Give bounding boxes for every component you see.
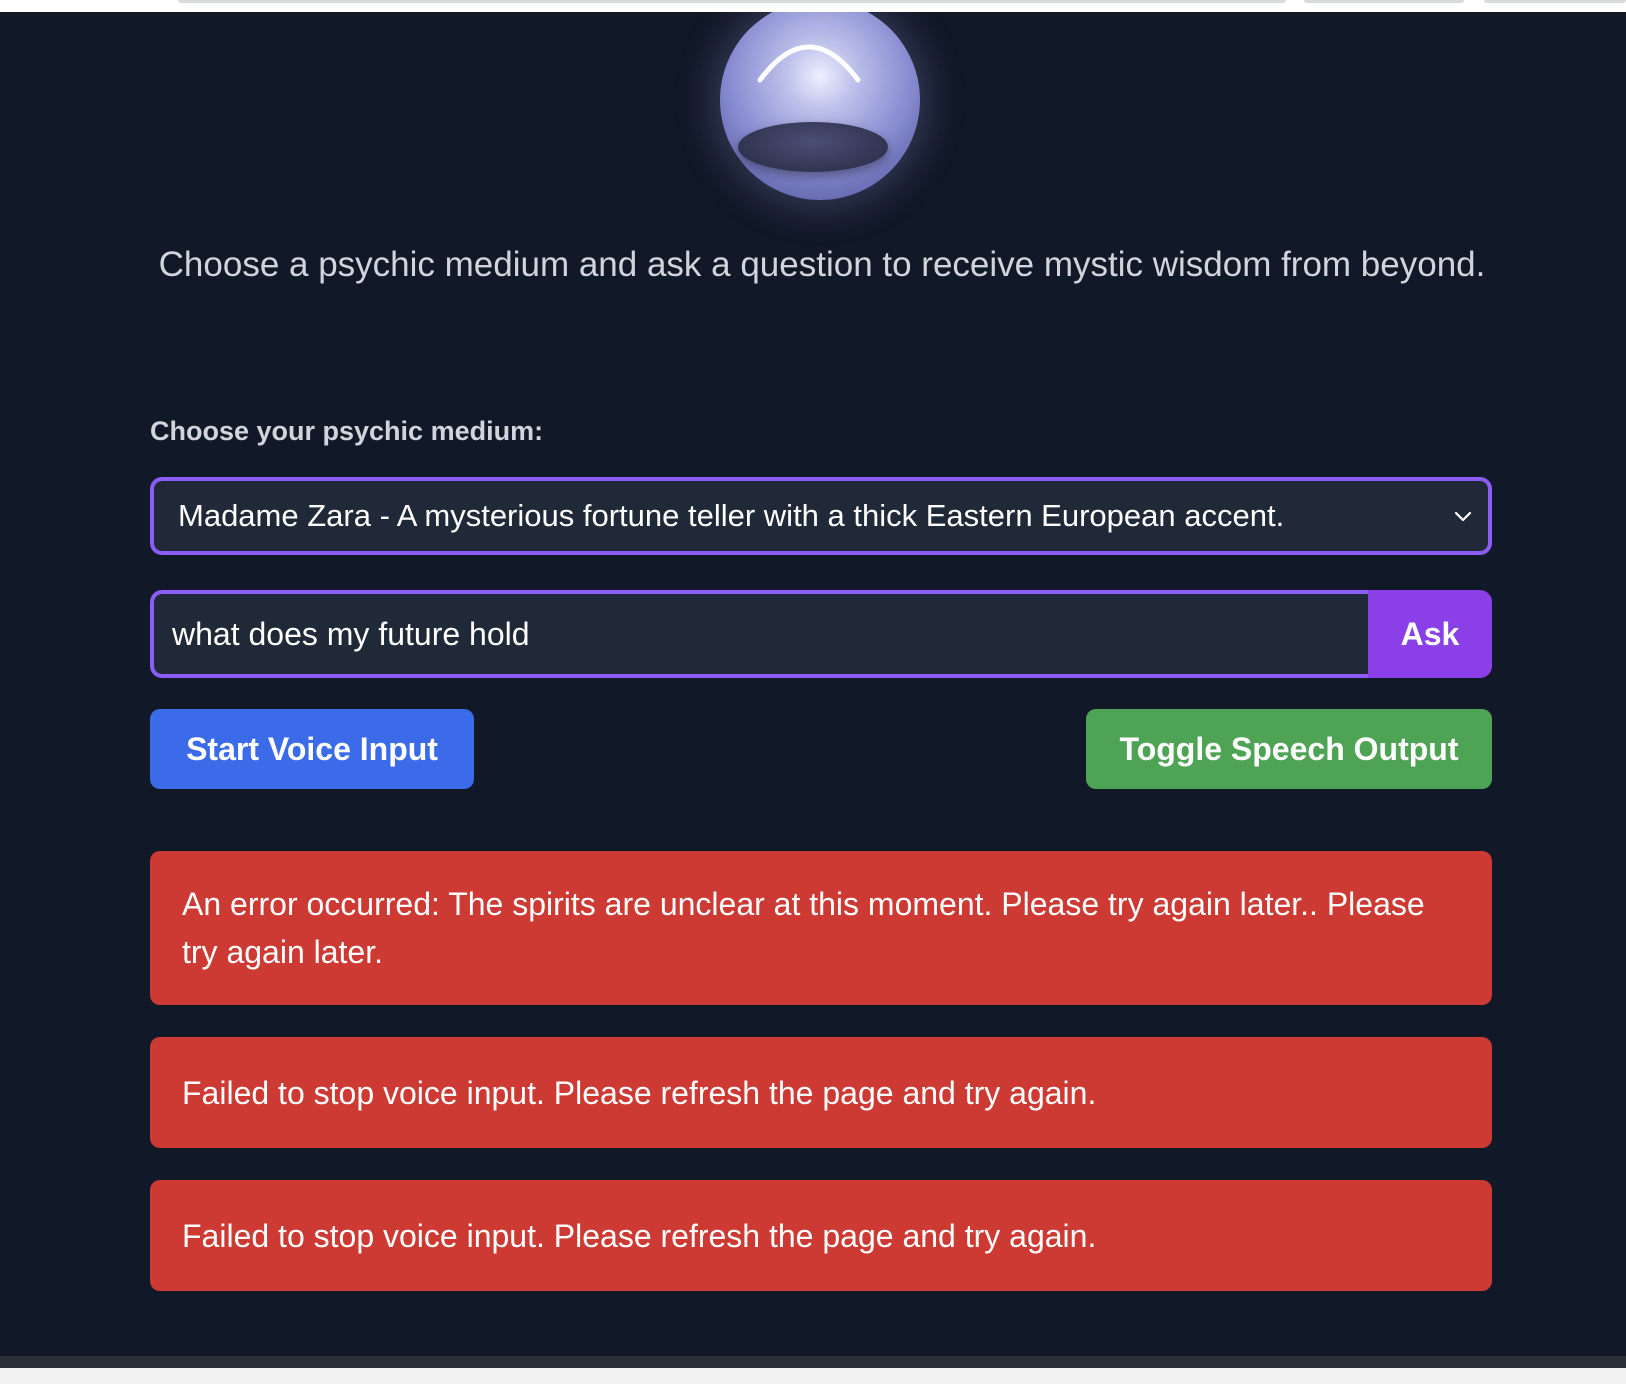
crystal-ball-base: [738, 122, 888, 172]
browser-tab-edge: [1304, 0, 1464, 3]
question-input[interactable]: [150, 590, 1368, 678]
browser-tab-edge: [1484, 0, 1626, 3]
medium-select[interactable]: Madame Zara - A mysterious fortune telle…: [150, 477, 1492, 555]
browser-top-edge: [0, 0, 1626, 12]
error-message: Failed to stop voice input. Please refre…: [182, 1074, 1097, 1111]
medium-label: Choose your psychic medium:: [150, 416, 544, 446]
window-bottom-edge: [0, 1368, 1626, 1384]
toggle-speech-output-button[interactable]: Toggle Speech Output: [1086, 709, 1492, 789]
start-voice-input-button[interactable]: Start Voice Input: [150, 709, 474, 789]
error-message: Failed to stop voice input. Please refre…: [182, 1217, 1097, 1254]
intro-text: Choose a psychic medium and ask a questi…: [158, 245, 1486, 284]
question-row: Ask: [150, 590, 1492, 678]
error-alert: Failed to stop voice input. Please refre…: [150, 1037, 1492, 1148]
error-alert: An error occurred: The spirits are uncle…: [150, 851, 1492, 1005]
crystal-ball-icon: [712, 12, 928, 208]
page-bottom-strip: [0, 1356, 1626, 1368]
browser-tab-edge: [178, 0, 1286, 3]
crystal-ball-highlight: [757, 44, 861, 83]
chevron-down-icon: [1454, 511, 1472, 522]
app-container: Choose a psychic medium and ask a questi…: [0, 12, 1626, 1356]
error-alert: Failed to stop voice input. Please refre…: [150, 1180, 1492, 1291]
ask-button[interactable]: Ask: [1368, 590, 1492, 678]
error-message: An error occurred: The spirits are uncle…: [182, 886, 1425, 970]
medium-select-value: Madame Zara - A mysterious fortune telle…: [178, 498, 1285, 533]
